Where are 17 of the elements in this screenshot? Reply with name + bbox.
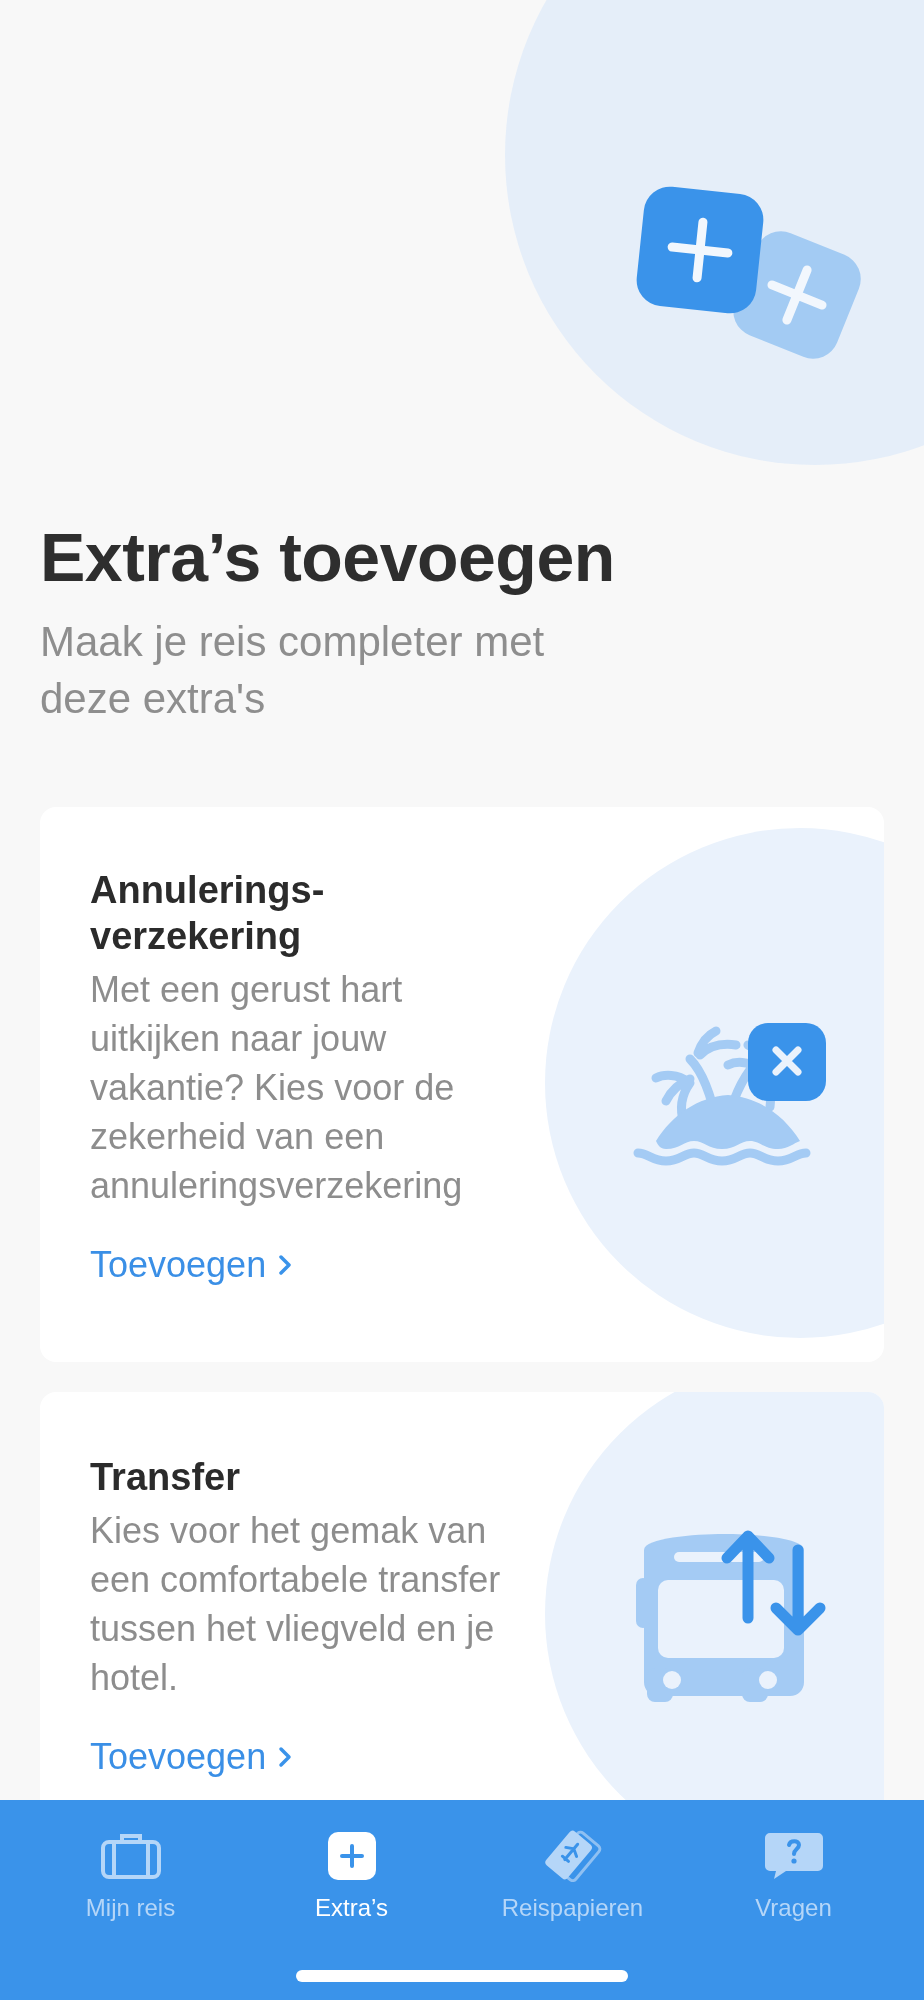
add-link[interactable]: Toevoegen (90, 1735, 293, 1778)
chevron-right-icon (278, 1745, 293, 1768)
plus-tiles-icon (636, 186, 861, 359)
tab[interactable]: Mijn reis (30, 1830, 231, 1922)
card-description: Kies voor het gemak van een comfortabele transfer tussen het vliegveld en je hotel. (90, 1508, 502, 1700)
card-title: Transfer (90, 1454, 241, 1500)
plus-square-icon (326, 1830, 377, 1882)
help-bubble-icon (763, 1830, 824, 1882)
tab[interactable]: Vragen (693, 1830, 894, 1922)
add-link[interactable]: Toevoegen (90, 1243, 293, 1286)
tab[interactable]: Reispapieren (472, 1830, 673, 1922)
card-description: Met een gerust hart uitkijken naar jouw vakantie? Kies voor de zekerheid van een annuleringsverzekering (90, 967, 464, 1208)
chevron-right-icon (278, 1253, 293, 1276)
tab[interactable]: Extra’s (251, 1830, 452, 1922)
page-title: Extra’s toevoegen (40, 520, 616, 595)
page-subtitle: Maak je reis completer met deze extra's (40, 616, 546, 724)
card-title: Annulerings-verzekering (90, 867, 326, 959)
